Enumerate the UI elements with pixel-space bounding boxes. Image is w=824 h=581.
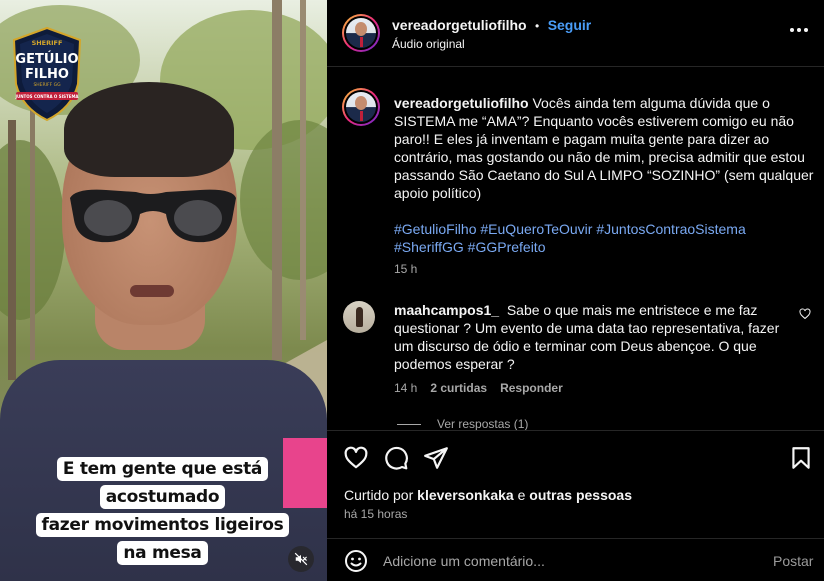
liked-by-others[interactable]: outras pessoas bbox=[529, 487, 632, 503]
comment-meta-row: 14 h 2 curtidas Responder bbox=[394, 381, 563, 395]
view-replies-button[interactable]: Ver respostas (1) bbox=[437, 417, 528, 430]
liked-by: Curtido por kleversonkaka e outras pesso… bbox=[344, 487, 632, 503]
speaker-muted-icon bbox=[294, 552, 308, 566]
video-caption-line1: E tem gente que está acostumado bbox=[56, 457, 269, 509]
post-caption: vereadorgetuliofilho Vocês ainda tem alg… bbox=[394, 94, 814, 202]
comment-likes[interactable]: 2 curtidas bbox=[430, 381, 487, 395]
post-header: vereadorgetuliofilho • Seguir Áudio orig… bbox=[327, 0, 824, 67]
commenter-avatar[interactable] bbox=[343, 301, 375, 333]
video-caption: E tem gente que está acostumado fazer mo… bbox=[27, 455, 298, 567]
caption-username[interactable]: vereadorgetuliofilho bbox=[394, 95, 529, 111]
logo-ribbon-text: JUNTOS CONTRA O SISTEMA bbox=[14, 94, 79, 99]
comment-time[interactable]: 14 h bbox=[394, 381, 417, 395]
comments-scroll-area[interactable]: vereadorgetuliofilho Vocês ainda tem alg… bbox=[327, 68, 824, 430]
commenter-username[interactable]: maahcampos1_ bbox=[394, 302, 499, 318]
logo-top-text: SHERIFF bbox=[32, 39, 63, 47]
replies-line bbox=[397, 423, 421, 425]
liked-by-user[interactable]: kleversonkaka bbox=[417, 487, 514, 503]
mouth bbox=[130, 285, 174, 297]
sunglasses bbox=[70, 189, 236, 243]
save-bookmark-icon[interactable] bbox=[788, 445, 814, 471]
author-avatar[interactable] bbox=[342, 14, 380, 52]
hashtag-link[interactable]: #JuntosContraoSistema bbox=[596, 221, 745, 237]
author-username[interactable]: vereadorgetuliofilho bbox=[392, 17, 527, 33]
view-replies-row[interactable]: Ver respostas (1) bbox=[397, 417, 528, 430]
caption-author-avatar[interactable] bbox=[342, 88, 380, 126]
hashtag-link[interactable]: #GetulioFilho bbox=[394, 221, 477, 237]
emoji-smiley-icon[interactable] bbox=[344, 549, 368, 573]
logo-sub-text: SHERIFF GG bbox=[33, 82, 61, 88]
original-audio-link[interactable]: Áudio original bbox=[392, 37, 465, 51]
follow-button[interactable]: Seguir bbox=[548, 17, 592, 33]
hashtag-link[interactable]: #SheriffGG bbox=[394, 239, 464, 255]
comment-input[interactable] bbox=[383, 551, 743, 571]
logo-name-line1: GETÚLIO bbox=[15, 51, 78, 67]
hair bbox=[64, 82, 234, 177]
sheriff-badge-logo: SHERIFF GETÚLIO FILHO SHERIFF GG JUNTOS … bbox=[12, 26, 82, 122]
post-actions: Curtido por kleversonkaka e outras pesso… bbox=[327, 430, 824, 530]
caption-hashtags: #GetulioFilho #EuQueroTeOuvir #JuntosCon… bbox=[394, 220, 814, 256]
comment-item: maahcampos1_ Sabe o que mais me entriste… bbox=[394, 301, 794, 373]
like-heart-icon[interactable] bbox=[343, 445, 369, 471]
liked-by-and: e bbox=[517, 487, 526, 503]
reply-button[interactable]: Responder bbox=[500, 381, 563, 395]
share-paper-plane-icon[interactable] bbox=[423, 445, 449, 471]
post-timestamp[interactable]: há 15 horas bbox=[344, 507, 407, 521]
mute-button[interactable] bbox=[288, 546, 314, 572]
header-separator: • bbox=[535, 19, 540, 33]
hashtag-link[interactable]: #EuQueroTeOuvir bbox=[480, 221, 592, 237]
video-caption-line2: fazer movimentos ligeiros na mesa bbox=[35, 513, 290, 565]
reel-video[interactable]: SHERIFF GETÚLIO FILHO SHERIFF GG JUNTOS … bbox=[0, 0, 327, 581]
comment-like-heart-icon[interactable] bbox=[799, 308, 811, 320]
more-options-icon[interactable] bbox=[790, 28, 808, 32]
post-comment-button[interactable]: Postar bbox=[773, 553, 813, 569]
hashtag-link[interactable]: #GGPrefeito bbox=[468, 239, 546, 255]
comment-bubble-icon[interactable] bbox=[383, 445, 409, 471]
logo-name-line2: FILHO bbox=[25, 67, 69, 82]
comment-composer: Postar bbox=[327, 538, 824, 581]
caption-time[interactable]: 15 h bbox=[394, 262, 417, 276]
post-panel: vereadorgetuliofilho • Seguir Áudio orig… bbox=[327, 0, 824, 581]
liked-by-prefix: Curtido por bbox=[344, 487, 414, 503]
